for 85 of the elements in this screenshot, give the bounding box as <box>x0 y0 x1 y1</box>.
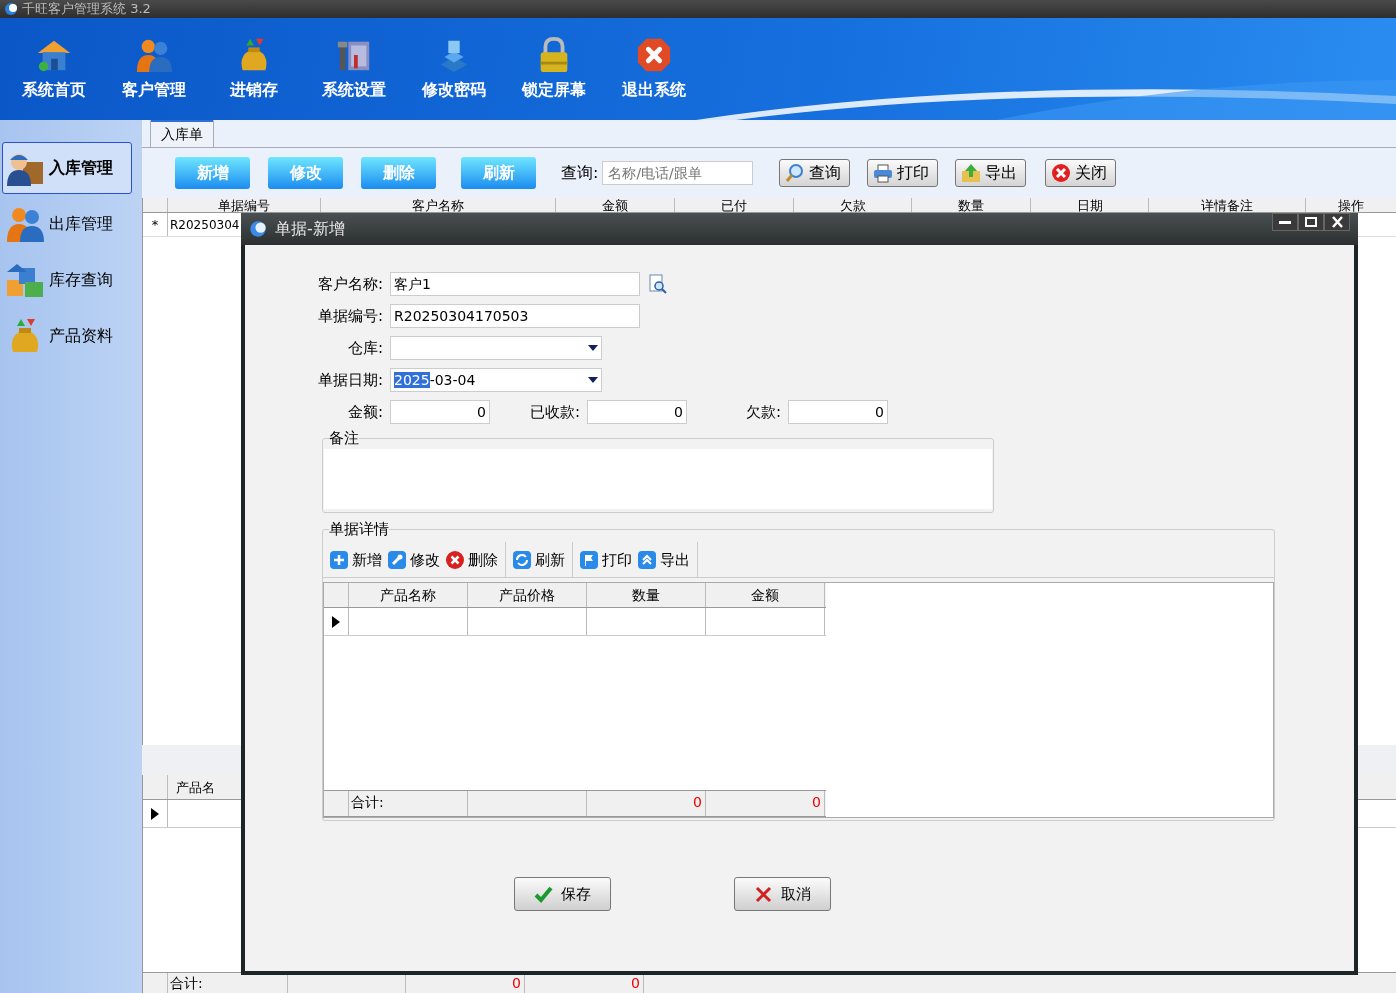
printer-icon <box>873 163 894 183</box>
toolbar-button[interactable]: 修改 <box>385 548 443 572</box>
column-header: 已付 <box>675 198 794 212</box>
field-label: 金额: <box>346 401 383 423</box>
menu-button[interactable]: 进销存 <box>204 36 304 102</box>
caret-icon <box>588 377 598 383</box>
column-header: 数量 <box>587 583 706 607</box>
field-label: 欠款: <box>744 401 781 423</box>
app-logo-icon <box>4 2 18 16</box>
menu-button[interactable]: 系统首页 <box>4 36 104 102</box>
export-icon <box>961 163 982 183</box>
text-field[interactable]: R20250304170503 <box>390 304 640 328</box>
column-header: 客户名称 <box>321 198 556 212</box>
window-title: 千旺客户管理系统 3.2 <box>22 1 151 17</box>
group-label: 备注 <box>329 429 359 447</box>
group-label: 单据详情 <box>329 520 389 538</box>
toolbar-button[interactable]: 删除 <box>443 548 501 572</box>
window-button[interactable] <box>1298 213 1324 231</box>
dropdown-field[interactable] <box>390 336 602 360</box>
column-header: 产品价格 <box>468 583 587 607</box>
amount-field[interactable]: 0 <box>390 400 490 424</box>
plus-icon <box>330 551 348 569</box>
search-label: 查询: <box>561 162 599 184</box>
column-header: 金额 <box>556 198 675 212</box>
caret-icon <box>588 345 598 351</box>
column-header: 数量 <box>912 198 1031 212</box>
field-label: 已收款: <box>528 401 580 423</box>
column-header: 日期 <box>1031 198 1149 212</box>
sidebar-item[interactable]: 产品资料 <box>2 310 132 362</box>
flag-icon <box>580 551 598 569</box>
close-icon <box>1051 163 1072 183</box>
toolbar-button[interactable]: 查询 <box>779 159 851 187</box>
amount-field[interactable]: 0 <box>587 400 687 424</box>
search-field[interactable]: 名称/电话/跟单 <box>602 161 754 185</box>
window-button[interactable] <box>1272 213 1298 231</box>
footer-value: 0 <box>706 791 825 816</box>
text-field[interactable]: 客户1 <box>390 272 640 296</box>
column-header: 金额 <box>706 583 825 607</box>
sidebar-item[interactable]: 库存查询 <box>2 254 132 306</box>
menu-button[interactable]: 修改密码 <box>404 36 504 102</box>
menu-button[interactable]: 系统设置 <box>304 36 404 102</box>
chevron-up-icon <box>638 551 656 569</box>
toolbar-button[interactable]: 关闭 <box>1045 159 1117 187</box>
refresh-icon <box>513 551 531 569</box>
dialog-button[interactable]: 取消 <box>734 877 831 911</box>
dialog-title: 单据-新增 <box>275 218 345 240</box>
close-icon <box>1331 216 1343 228</box>
column-header: 单据编号 <box>168 198 321 212</box>
delete-icon <box>446 551 464 569</box>
maximize-icon <box>1305 217 1317 227</box>
menu-button[interactable]: 退出系统 <box>604 36 704 102</box>
sidebar-item[interactable]: 出库管理 <box>2 198 132 250</box>
field-label: 客户名称: <box>316 273 383 295</box>
toolbar-button[interactable]: 导出 <box>635 548 693 572</box>
column-header: 产品名 <box>175 779 215 797</box>
amount-field[interactable]: 0 <box>788 400 888 424</box>
minimize-icon <box>1279 220 1291 224</box>
field-label: 仓库: <box>346 337 383 359</box>
field-label: 单据编号: <box>316 305 383 327</box>
dialog-button[interactable]: 保存 <box>514 877 611 911</box>
column-header: 操作 <box>1306 198 1396 212</box>
sidebar-item[interactable]: 入库管理 <box>2 142 132 194</box>
table-cell-text: R20250304 <box>169 217 240 234</box>
toolbar-button[interactable]: 新增 <box>327 548 385 572</box>
footer-label: 合计: <box>349 791 468 816</box>
dropdown-field[interactable]: 2025-03-04 <box>390 368 602 392</box>
column-header: 详情备注 <box>1149 198 1306 212</box>
tab[interactable]: 入库单 <box>150 119 214 147</box>
toolbar-button[interactable]: 刷新 <box>510 548 568 572</box>
app-logo-icon <box>249 220 267 238</box>
x-icon <box>754 884 773 904</box>
field-label: 单据日期: <box>316 369 383 391</box>
search-icon <box>785 163 806 183</box>
remarks-field[interactable] <box>324 449 992 509</box>
window-button[interactable] <box>1324 213 1350 231</box>
footer-value: 0 <box>587 791 706 816</box>
menu-button[interactable]: 锁定屏幕 <box>504 36 604 102</box>
menu-button[interactable]: 客户管理 <box>104 36 204 102</box>
toolbar-button[interactable]: 打印 <box>867 159 939 187</box>
wrench-icon <box>388 551 406 569</box>
column-header: 欠款 <box>794 198 912 212</box>
check-icon <box>534 884 553 904</box>
toolbar-button[interactable]: 打印 <box>577 548 635 572</box>
column-header: 产品名称 <box>349 583 468 607</box>
toolbar-button[interactable]: 导出 <box>955 159 1027 187</box>
